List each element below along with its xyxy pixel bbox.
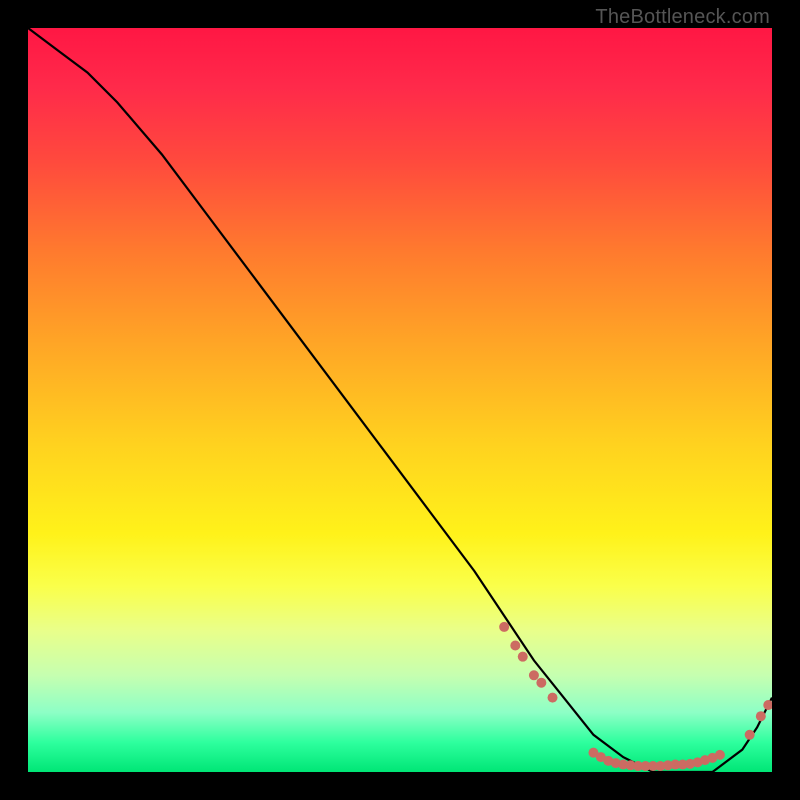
data-point (518, 652, 528, 662)
data-point (715, 750, 725, 760)
main-curve (28, 28, 772, 772)
data-point (510, 641, 520, 651)
data-point (499, 622, 509, 632)
data-point (536, 678, 546, 688)
chart-frame: TheBottleneck.com (0, 0, 800, 800)
chart-overlay (28, 28, 772, 772)
data-point (756, 711, 766, 721)
data-point (529, 670, 539, 680)
data-point (548, 693, 558, 703)
data-point-marks (499, 622, 772, 771)
curve-line (28, 28, 772, 772)
attribution-text: TheBottleneck.com (595, 6, 770, 29)
data-point (745, 730, 755, 740)
data-point (763, 700, 772, 710)
